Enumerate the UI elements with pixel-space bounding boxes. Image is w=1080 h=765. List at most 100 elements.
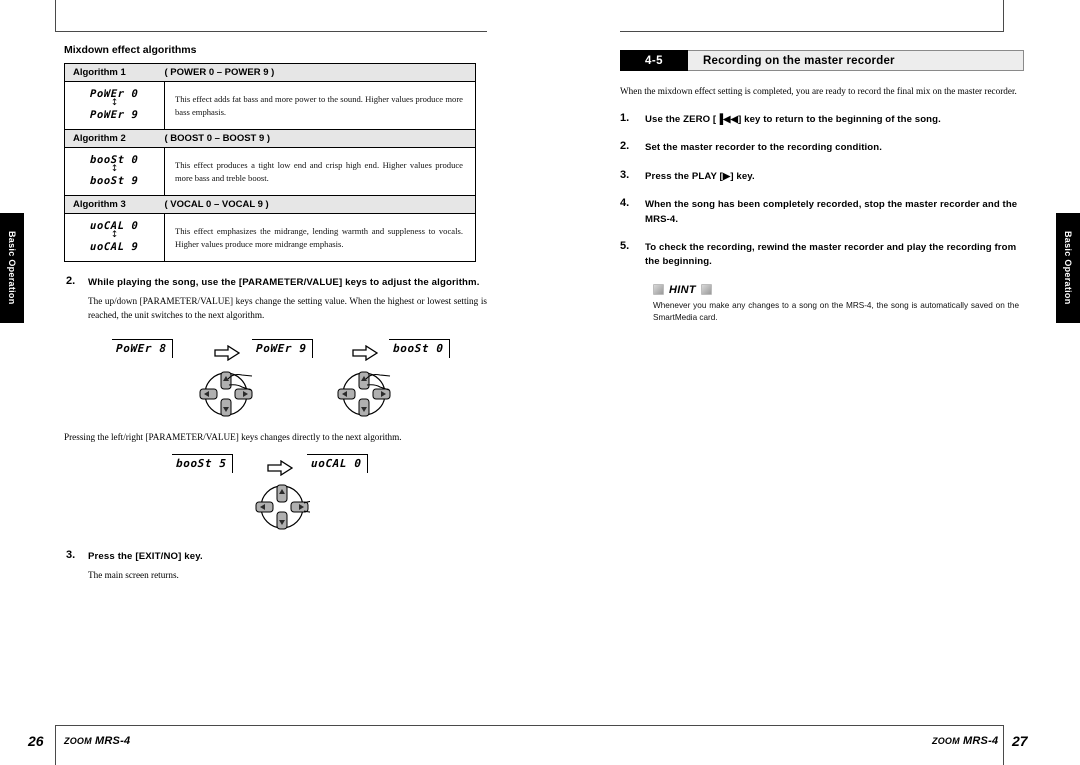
lcd-value-bottom: uoCAL 9 [90,241,139,253]
lcd-range-stack: PoWEr 0 ↕ PoWEr 9 [90,88,139,121]
recording-step-5-text: To check the recording, rewind the maste… [645,241,1017,268]
step-2-title: While playing the song, use the [PARAMET… [88,277,480,288]
cursor-pad-up-icon [199,371,253,416]
algorithm-step-flow-diagram-2: booSt 5 uoCAL 0 [64,454,487,532]
algorithm-1-display-cell: PoWEr 0 ↕ PoWEr 9 [64,81,165,130]
step-3-title: Press the [EXIT/NO] key. [88,551,203,563]
recording-step-3-text: Press the PLAY [▶] key. [645,170,755,182]
lcd-value-top: uoCAL 0 [90,220,139,232]
brand-model-text: MRS-4 [91,735,131,747]
page-title: Recording on the master recorder [688,50,1024,71]
recording-step-4-number: 4. [620,197,630,210]
table-row-algorithm-1-body: PoWEr 0 ↕ PoWEr 9 This effect adds fat b… [64,81,476,130]
footer-rule [55,725,1003,726]
lcd-text: PoWEr 9 [255,341,307,355]
recording-step-1-text: Use the ZERO [▐◀◀] key to return to the … [645,113,941,125]
thumb-tab-label: Basic Operation [7,231,17,305]
thumb-tab-basic-operation-right: Basic Operation [1056,213,1080,323]
recording-step-5: 5. To check the recording, rewind the ma… [620,239,1024,270]
lcd-range-stack: uoCAL 0 ↕ uoCAL 9 [90,220,139,253]
recording-step-2-text: Set the master recorder to the recording… [645,142,882,154]
step-2-body: The up/down [PARAMETER/VALUE] keys chang… [88,295,487,320]
algorithm-3-label: Algorithm 3 [64,195,165,214]
cursor-pad-up-icon [337,371,391,416]
lcd-display-vocal-0: uoCAL 0 [307,454,368,474]
up-down-arrow-icon: ↕ [110,98,119,108]
left-right-keys-paragraph: Pressing the left/right [PARAMETER/VALUE… [64,431,402,442]
brand-footer-left: ZOOM MRS-4 [64,735,130,747]
hint-block: HINT Whenever you make any changes to a … [653,284,1024,325]
lcd-range-stack: booSt 0 ↕ booSt 9 [90,154,139,187]
recording-step-5-number: 5. [620,239,630,252]
recording-step-2-number: 2. [620,140,630,153]
table-row-algorithm-2-header: Algorithm 2 ( BOOST 0 – BOOST 9 ) [64,129,476,148]
algorithm-1-range: ( POWER 0 – POWER 9 ) [164,63,476,82]
table-row-algorithm-2-body: booSt 0 ↕ booSt 9 This effect produces a… [64,147,476,196]
lcd-display-boost-5: booSt 5 [172,454,233,474]
algorithm-step-flow-diagram-1: PoWEr 8 PoWEr 9 booSt 0 [64,338,487,417]
recording-step-1-number: 1. [620,111,630,124]
thumb-tab-basic-operation-left: Basic Operation [0,213,24,323]
recording-step-4-text: When the song has been completely record… [645,199,1018,225]
up-down-arrow-icon: ↕ [110,230,119,240]
lcd-text: booSt 0 [392,341,444,355]
lcd-value-bottom: PoWEr 9 [90,109,139,121]
hint-header: HINT [653,284,1024,296]
footer-separator-right [1003,725,1004,765]
mixdown-effect-algorithms-heading: Mixdown effect algorithms [64,44,197,56]
brand-model-text: MRS-4 [959,735,999,747]
algorithm-3-display-cell: uoCAL 0 ↕ uoCAL 9 [64,213,165,262]
page-number-left: 26 [28,733,44,749]
manual-page-spread: Basic Operation Basic Operation Mixdown … [0,0,1080,765]
step-3-body: The main screen returns. [88,570,179,581]
recording-step-3: 3. Press the PLAY [▶] key. [620,168,1024,184]
right-page-frame [1003,0,1004,32]
brand-footer-right: ZOOM MRS-4 [932,735,998,747]
arrow-right-outline-icon [214,344,240,361]
hint-square-right-icon [700,284,712,296]
table-row-algorithm-3-body: uoCAL 0 ↕ uoCAL 9 This effect emphasizes… [64,213,476,262]
algorithm-2-label: Algorithm 2 [64,129,165,148]
lcd-text: booSt 5 [175,457,227,471]
hint-text: Whenever you make any changes to a song … [653,300,1019,323]
lcd-display-power-9: PoWEr 9 [252,338,313,358]
lcd-text: PoWEr 8 [115,341,167,355]
brand-zoom-text: ZOOM [64,736,92,746]
algorithm-2-description: This effect produces a tight low end and… [175,160,463,183]
left-page-content: Mixdown effect algorithms Algorithm 1 ( … [55,44,487,583]
section-number-badge: 4-5 [620,50,688,71]
hint-square-left-icon [653,284,664,296]
algorithm-1-description: This effect adds fat bass and more power… [175,94,463,117]
lcd-value-bottom: booSt 9 [90,175,139,187]
lcd-text: uoCAL 0 [310,457,362,471]
recording-step-1: 1. Use the ZERO [▐◀◀] key to return to t… [620,111,1024,127]
right-page-top-rule [620,31,1004,32]
algorithm-2-display-cell: booSt 0 ↕ booSt 9 [64,147,165,196]
left-page-frame [55,0,487,32]
recording-step-3-number: 3. [620,168,630,181]
cursor-pad-right-icon [255,484,310,530]
algorithm-3-description: This effect emphasizes the midrange, len… [175,226,463,249]
recording-step-4: 4. When the song has been completely rec… [620,197,1024,227]
right-page-content: 4-5 Recording on the master recorder Whe… [620,50,1024,325]
lcd-value-top: booSt 0 [90,154,139,166]
footer-separator-left [55,725,56,765]
brand-zoom-text: ZOOM [932,736,960,746]
arrow-right-outline-icon [352,344,378,361]
section-header: 4-5 Recording on the master recorder [620,50,1024,71]
step-3: 3. Press the [EXIT/NO] key. The main scr… [64,549,487,583]
algorithm-1-label: Algorithm 1 [64,63,165,82]
step-2-number: 2. [66,275,76,287]
thumb-tab-label: Basic Operation [1063,231,1073,305]
step-2: 2. While playing the song, use the [PARA… [64,275,487,323]
table-row-algorithm-1-header: Algorithm 1 ( POWER 0 – POWER 9 ) [64,63,476,82]
table-row-algorithm-3-header: Algorithm 3 ( VOCAL 0 – VOCAL 9 ) [64,195,476,214]
lcd-value-top: PoWEr 0 [90,88,139,100]
lcd-display-boost-0: booSt 0 [389,338,450,358]
page-number-right: 27 [1012,733,1028,749]
recording-step-2: 2. Set the master recorder to the record… [620,140,1024,155]
algorithm-2-range: ( BOOST 0 – BOOST 9 ) [164,129,476,148]
intro-paragraph: When the mixdown effect setting is compl… [620,86,1017,96]
step-3-number: 3. [66,549,76,562]
algorithm-3-range: ( VOCAL 0 – VOCAL 9 ) [164,195,476,214]
